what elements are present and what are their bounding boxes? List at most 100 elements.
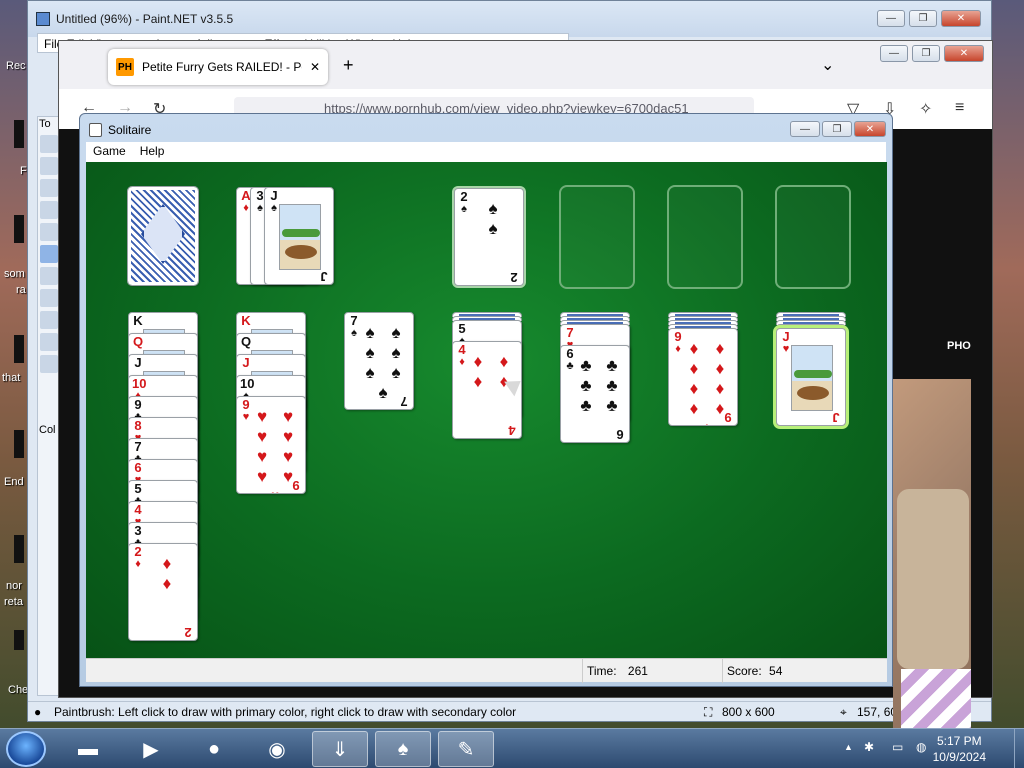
- ellipse-tool-icon[interactable]: [40, 355, 58, 373]
- playing-card[interactable]: 2 ♠ ♠ ♠ 2: [454, 188, 524, 286]
- empty-foundation-slot[interactable]: [559, 185, 635, 289]
- network-icon[interactable]: ◍: [916, 740, 926, 754]
- card-rank-corner: 4: [508, 423, 516, 438]
- show-desktop-button[interactable]: [1014, 729, 1024, 768]
- download-manager-app-icon[interactable]: ⇓: [312, 731, 368, 767]
- system-tray: ▲ ✱ ▭ ◍ 5:17 PM 10/9/2024: [824, 729, 1024, 768]
- media-player-app-icon[interactable]: ▶: [123, 731, 179, 767]
- playing-card[interactable]: 9♥♥♥♥♥♥♥♥♥♥9: [236, 396, 306, 494]
- maximize-button[interactable]: ❐: [909, 10, 937, 27]
- desktop-icon[interactable]: [14, 535, 24, 563]
- solitaire-title-bar[interactable]: Solitaire — ❐ ✕: [80, 114, 892, 144]
- close-button[interactable]: ✕: [941, 10, 981, 27]
- maximize-button[interactable]: ❐: [822, 121, 852, 137]
- zoom-tool-icon[interactable]: [40, 157, 58, 175]
- new-tab-button[interactable]: +: [343, 55, 354, 76]
- playing-card[interactable]: J ♠ J: [264, 187, 334, 285]
- desktop-icon[interactable]: [14, 335, 24, 363]
- firefox-app-icon[interactable]: ◉: [249, 731, 305, 767]
- card-rank: K: [133, 313, 143, 328]
- card-rank: J: [134, 355, 142, 370]
- system-clock[interactable]: 5:17 PM 10/9/2024: [933, 733, 986, 765]
- card-rank: K: [241, 313, 251, 328]
- desktop-label: Che: [8, 684, 29, 696]
- desktop-icon[interactable]: [14, 630, 24, 650]
- card-rank: Q: [240, 334, 252, 349]
- playing-card[interactable]: 7 ♠ ♠ ♠ ♠ ♠ ♠ ♠ ♠ 7: [344, 312, 414, 410]
- rectangle-select-tool-icon[interactable]: [40, 135, 58, 153]
- game-table: A♦3♠J♠J 2♠♠♠2 KQJ10♦9♣8♥7♣6♥5♣4♥3♣2♦♦♦2K…: [86, 162, 887, 658]
- playing-card[interactable]: 2 ♦ ♦ ♦ 2: [128, 543, 198, 641]
- paint-net-app-icon[interactable]: ✎: [438, 731, 494, 767]
- bucket-tool-icon[interactable]: [40, 223, 58, 241]
- minimize-button[interactable]: —: [877, 10, 905, 27]
- card-rank: 5: [134, 481, 142, 496]
- extensions-icon[interactable]: ✧: [919, 99, 932, 119]
- card-pips: ♠ ♠ ♠ ♠ ♠ ♠ ♠: [365, 323, 401, 402]
- colors-panel-label: Col: [39, 424, 56, 436]
- score-label: Score:: [727, 664, 762, 678]
- card-rank: 3: [134, 523, 142, 538]
- menu-game[interactable]: Game: [86, 142, 133, 162]
- menu-icon[interactable]: ≡: [955, 99, 964, 117]
- solitaire-app-icon: [89, 123, 102, 137]
- paintbrush-tool-icon[interactable]: [40, 245, 58, 263]
- sphere-app-icon[interactable]: ●: [186, 731, 242, 767]
- site-nav-photos[interactable]: PHO: [947, 340, 971, 352]
- bluetooth-icon[interactable]: ✱: [864, 740, 874, 754]
- card-rank-corner: 2: [510, 270, 518, 285]
- solitaire-caption-buttons: — ❐ ✕: [790, 121, 886, 137]
- playing-card[interactable]: 6 ♣ ♣ ♣ ♣ ♣ ♣ ♣ 6: [560, 345, 630, 443]
- paint-window-title: Untitled (96%) - Paint.NET v3.5.5: [56, 12, 234, 26]
- close-button[interactable]: ✕: [944, 45, 984, 62]
- image-size-icon: ⛶: [704, 705, 713, 719]
- rectangle-tool-icon[interactable]: [40, 333, 58, 351]
- list-tabs-button[interactable]: ⌄: [821, 55, 834, 75]
- close-tab-icon[interactable]: ✕: [310, 60, 320, 74]
- card-rank: 4: [134, 502, 142, 517]
- card-rank-corner: 6: [616, 427, 624, 442]
- card-pips: ♣ ♣ ♣ ♣ ♣ ♣: [580, 356, 618, 415]
- card-pips: ♠ ♠: [488, 199, 498, 238]
- playing-card[interactable]: 9♦♦♦♦♦♦♦♦♦♦9: [668, 328, 738, 426]
- pencil-tool-icon[interactable]: [40, 201, 58, 219]
- paint-title-bar[interactable]: Untitled (96%) - Paint.NET v3.5.5: [28, 1, 991, 37]
- close-button[interactable]: ✕: [854, 121, 886, 137]
- start-button[interactable]: [6, 731, 46, 767]
- terminal-app-icon[interactable]: ▬: [60, 731, 116, 767]
- card-rank: 7: [134, 439, 142, 454]
- desktop-label: som: [4, 268, 25, 280]
- show-hidden-icons-icon[interactable]: ▲: [844, 742, 853, 752]
- desktop-icon[interactable]: [14, 120, 24, 148]
- score-value: 54: [769, 664, 783, 678]
- card-rank-corner: 9: [292, 478, 300, 493]
- playing-card[interactable]: J ♥ J: [776, 328, 846, 426]
- card-rank: J: [270, 188, 278, 203]
- minimize-button[interactable]: —: [790, 121, 820, 137]
- empty-foundation-slot[interactable]: [775, 185, 851, 289]
- minimize-button[interactable]: —: [880, 45, 908, 62]
- display-icon[interactable]: ▭: [892, 740, 903, 754]
- firefox-tab-bar: PH Petite Furry Gets RAILED! - Porn ✕ + …: [59, 41, 992, 89]
- maximize-button[interactable]: ❐: [912, 45, 940, 62]
- menu-help[interactable]: Help: [133, 142, 172, 162]
- desktop-label: F: [20, 165, 27, 177]
- empty-foundation-slot[interactable]: [667, 185, 743, 289]
- text-tool-icon[interactable]: [40, 311, 58, 329]
- clone-stamp-tool-icon[interactable]: [40, 289, 58, 307]
- paint-app-icon: [36, 12, 50, 26]
- browser-tab[interactable]: PH Petite Furry Gets RAILED! - Porn ✕: [108, 49, 328, 85]
- solitaire-window: Solitaire — ❐ ✕ Game Help A ♦ 3 ♠ J ♠ J 2 ♠ ♠ ♠ 2 …: [79, 113, 893, 687]
- stock-pile[interactable]: [127, 186, 199, 286]
- solitaire-app-icon[interactable]: ♠: [375, 731, 431, 767]
- desktop-icon[interactable]: [14, 430, 24, 458]
- card-rank-corner: 2: [184, 625, 192, 640]
- card-pips: ♦ ♦: [162, 554, 172, 593]
- card-rank: 5: [458, 321, 466, 336]
- desktop-icon[interactable]: [14, 215, 24, 243]
- solitaire-menu-bar: Game Help: [86, 142, 886, 162]
- line-tool-icon[interactable]: [40, 267, 58, 285]
- cursor-position-icon: ⌖: [840, 705, 847, 719]
- card-back-pattern: [141, 204, 185, 264]
- ellipse-select-tool-icon[interactable]: [40, 179, 58, 197]
